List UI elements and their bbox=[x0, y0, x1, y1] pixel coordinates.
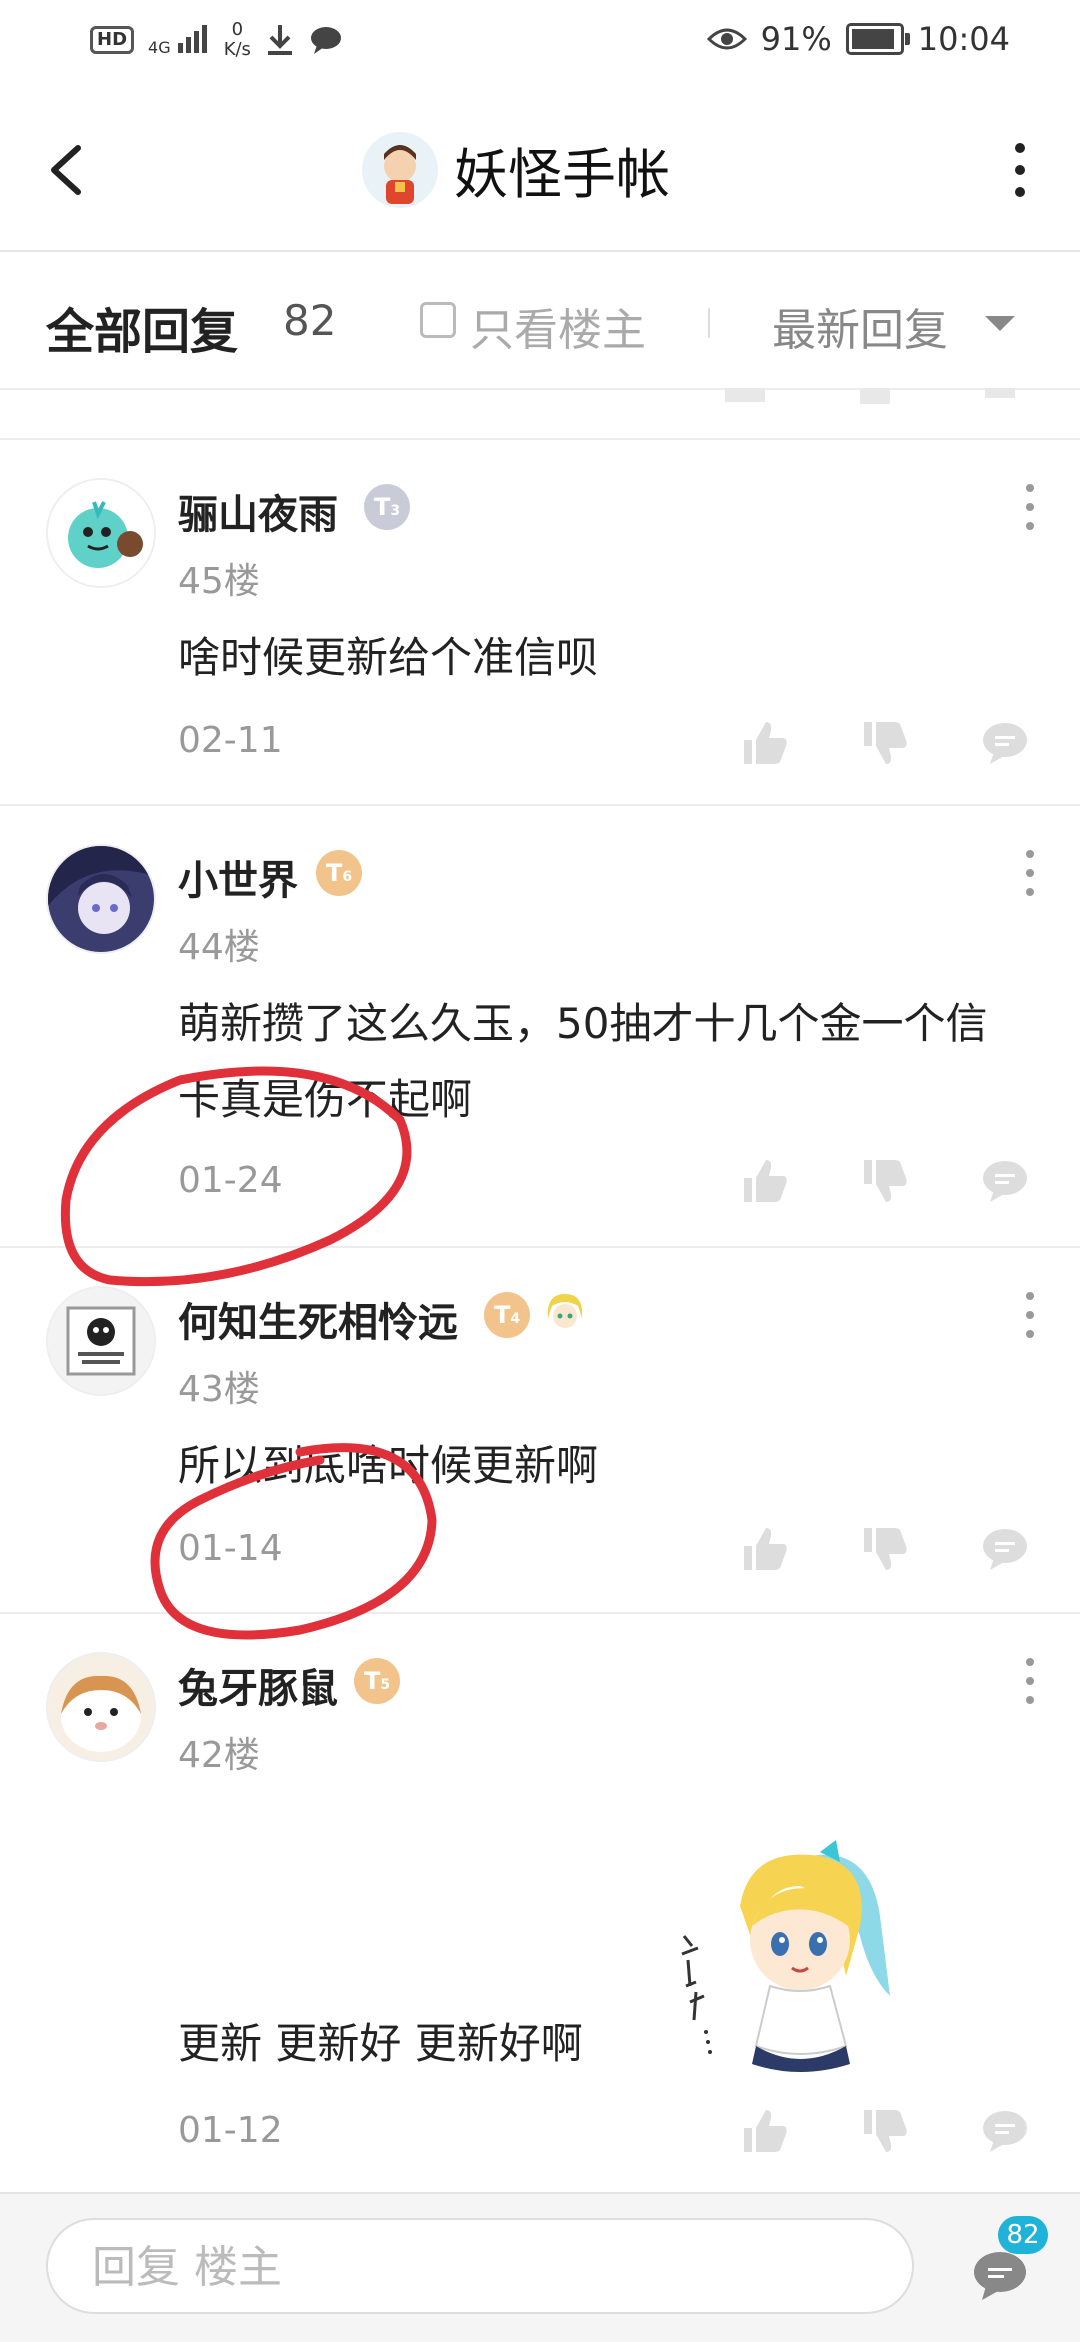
post-content: 啥时候更新给个准信呗 bbox=[178, 633, 599, 682]
comment-icon[interactable] bbox=[980, 2106, 1030, 2156]
previous-post-partial bbox=[0, 388, 1080, 440]
status-left: HD 4G 0 K/s bbox=[90, 20, 343, 60]
post-item: 何知生死相怜远 T4 43楼 所以到底啥时候更新啊 01-14 bbox=[0, 1248, 1080, 1614]
username[interactable]: 小世界 bbox=[178, 848, 298, 906]
comment-icon[interactable] bbox=[980, 1524, 1030, 1574]
like-icon[interactable] bbox=[740, 2106, 790, 2156]
net-speed: 0 K/s bbox=[224, 20, 251, 60]
sort-dropdown[interactable]: 最新回复 bbox=[772, 294, 948, 358]
post-more-icon[interactable] bbox=[1020, 848, 1040, 898]
net-speed-value: 0 bbox=[231, 19, 244, 40]
avatar[interactable] bbox=[46, 478, 156, 588]
hd-icon: HD bbox=[90, 26, 135, 54]
avatar[interactable] bbox=[46, 844, 156, 954]
clock: 10:04 bbox=[917, 20, 1010, 58]
signal-icon: 4G bbox=[148, 24, 210, 57]
chevron-down-icon[interactable] bbox=[985, 316, 1015, 331]
post-date: 01-14 bbox=[178, 1528, 283, 1569]
floor-number: 42楼 bbox=[178, 1735, 260, 1776]
comment-icon[interactable] bbox=[980, 1156, 1030, 1206]
floor-number: 43楼 bbox=[178, 1369, 260, 1410]
post-content: 萌新攒了这么久玉，50抽才十几个金一个信卡真是伤不起啊 bbox=[178, 999, 988, 1124]
sticker-image bbox=[681, 1840, 890, 2072]
post-actions bbox=[740, 1524, 1030, 1584]
dislike-icon[interactable] bbox=[860, 718, 910, 768]
post-more-icon[interactable] bbox=[1020, 1290, 1040, 1340]
post-actions bbox=[740, 718, 1030, 778]
level-badge: T6 bbox=[316, 850, 362, 896]
level-badge: T5 bbox=[354, 1658, 400, 1704]
forum-title[interactable]: 妖怪手帐 bbox=[362, 130, 670, 209]
only-op-label[interactable]: 只看楼主 bbox=[470, 294, 646, 358]
floor-number: 44楼 bbox=[178, 927, 260, 968]
status-bar: HD 4G 0 K/s 91% 10:04 bbox=[0, 0, 1080, 90]
battery-icon bbox=[845, 23, 910, 55]
page-title: 妖怪手帐 bbox=[454, 143, 670, 206]
status-right: 91% 10:04 bbox=[706, 20, 1010, 58]
post-more-icon[interactable] bbox=[1020, 482, 1040, 532]
level-number: 5 bbox=[380, 1677, 391, 1693]
top-bar: 妖怪手帐 bbox=[0, 90, 1080, 252]
divider bbox=[708, 308, 710, 338]
reply-count: 82 bbox=[283, 296, 337, 345]
level-badge: T4 bbox=[484, 1292, 530, 1338]
post-date: 02-11 bbox=[178, 720, 283, 761]
net-speed-unit: K/s bbox=[223, 39, 251, 60]
comment-icon[interactable] bbox=[980, 718, 1030, 768]
dislike-icon[interactable] bbox=[860, 1524, 910, 1574]
signal-bars-icon bbox=[177, 24, 207, 53]
post-item: 骊山夜雨 T3 45楼 啥时候更新给个准信呗 02-11 bbox=[0, 440, 1080, 806]
post-actions bbox=[740, 1156, 1030, 1216]
filter-bar: 全部回复 82 只看楼主 最新回复 bbox=[0, 252, 1080, 390]
level-number: 3 bbox=[390, 503, 401, 519]
dislike-icon[interactable] bbox=[860, 2106, 910, 2156]
all-replies-label[interactable]: 全部回复 bbox=[46, 292, 238, 362]
like-icon[interactable] bbox=[740, 1156, 790, 1206]
dislike-icon[interactable] bbox=[860, 1156, 910, 1206]
fan-badge-icon bbox=[541, 1289, 589, 1337]
avatar[interactable] bbox=[46, 1286, 156, 1396]
post-date: 01-24 bbox=[178, 1160, 283, 1201]
post-actions bbox=[740, 2106, 1030, 2166]
back-arrow-icon[interactable] bbox=[40, 140, 100, 200]
like-icon[interactable] bbox=[740, 1524, 790, 1574]
post-content: 所以到底啥时候更新啊 bbox=[178, 1441, 599, 1490]
username[interactable]: 兔牙豚鼠 bbox=[178, 1656, 338, 1714]
download-icon bbox=[267, 25, 292, 55]
username[interactable]: 何知生死相怜远 bbox=[178, 1290, 458, 1348]
post-more-icon[interactable] bbox=[1020, 1656, 1040, 1706]
post-date: 01-12 bbox=[178, 2110, 283, 2151]
partial-actions bbox=[725, 388, 1015, 404]
level-number: 6 bbox=[342, 869, 353, 885]
avatar[interactable] bbox=[46, 1652, 156, 1762]
only-op-checkbox[interactable] bbox=[420, 302, 456, 338]
more-menu-icon[interactable] bbox=[1000, 140, 1040, 200]
post-item: 小世界 T6 44楼 萌新攒了这么久玉，50抽才十几个金一个信卡真是伤不起啊 0… bbox=[0, 806, 1080, 1248]
reply-input[interactable]: 回复 楼主 bbox=[46, 2218, 914, 2314]
post-item: 兔牙豚鼠 T5 42楼 更新 更新好 更新好啊 01-12 bbox=[0, 1614, 1080, 2192]
eye-icon bbox=[706, 28, 747, 50]
forum-avatar bbox=[362, 131, 438, 208]
floor-number: 45楼 bbox=[178, 561, 260, 602]
username[interactable]: 骊山夜雨 bbox=[178, 482, 338, 540]
level-badge: T3 bbox=[364, 484, 410, 530]
reply-bar: 回复 楼主 82 bbox=[0, 2192, 1080, 2342]
message-icon bbox=[310, 27, 341, 54]
comment-count-badge: 82 bbox=[998, 2216, 1048, 2254]
network-label: 4G bbox=[148, 37, 171, 57]
like-icon[interactable] bbox=[740, 718, 790, 768]
battery-percent: 91% bbox=[760, 20, 832, 58]
level-number: 4 bbox=[510, 1311, 521, 1327]
